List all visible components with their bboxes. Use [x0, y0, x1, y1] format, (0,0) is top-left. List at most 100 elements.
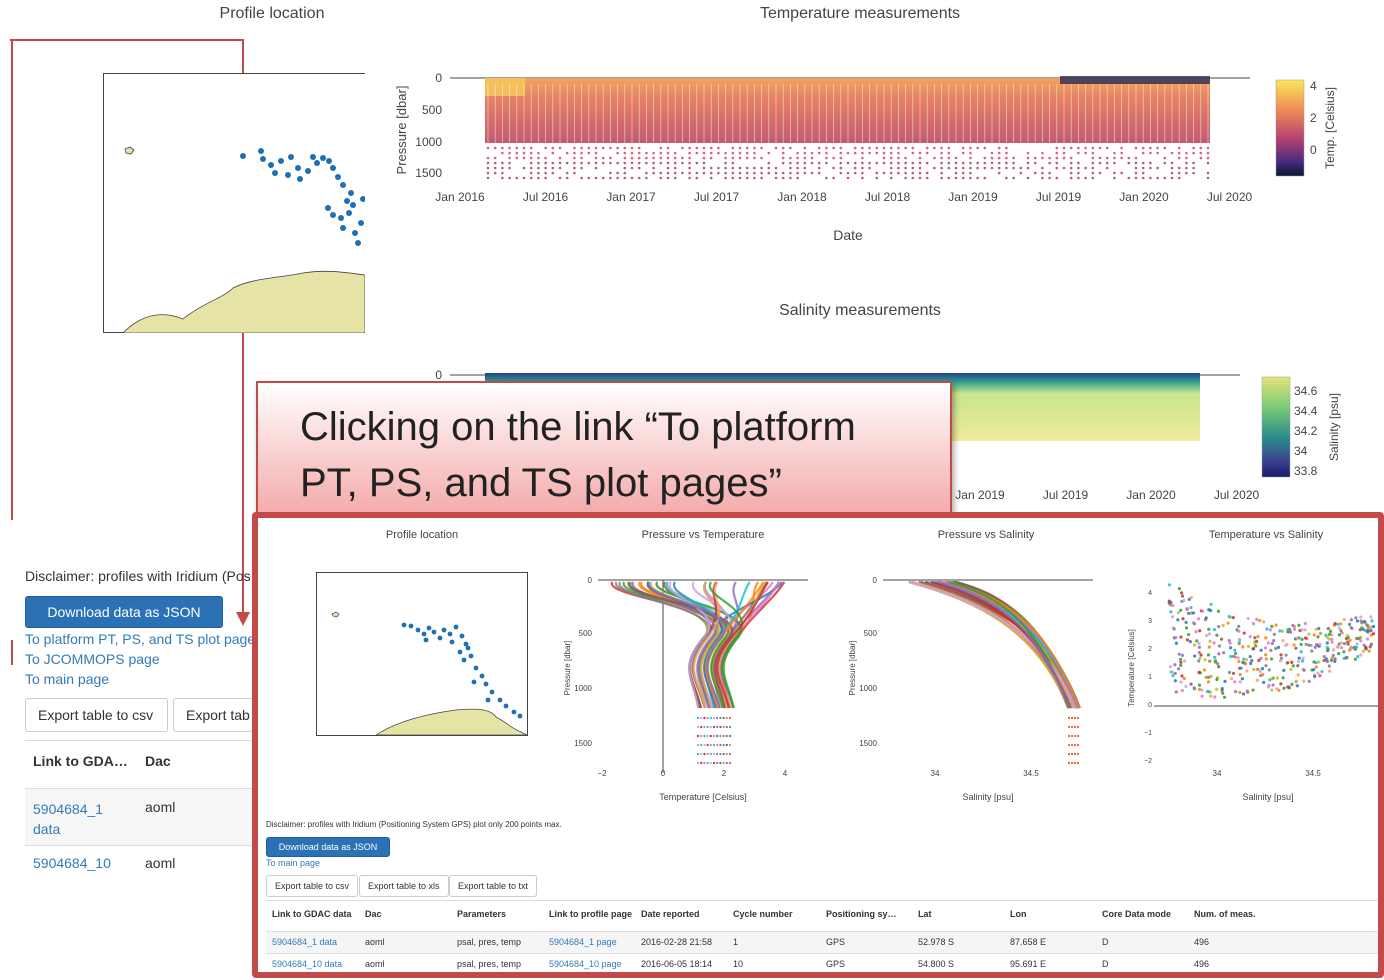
col-link[interactable]: Link to GDA…: [33, 753, 128, 769]
inner-download-json-button[interactable]: Download data as JSON: [266, 837, 390, 857]
y-tick: 1500: [859, 739, 877, 748]
pt-ylabel: Pressure [dbar]: [563, 641, 572, 696]
ts-xtick: 34: [1213, 769, 1222, 778]
ts-ytick: 2: [1148, 646, 1152, 653]
profile-location-map[interactable]: [103, 73, 365, 333]
inner-main-page-link[interactable]: To main page: [266, 858, 320, 868]
ts-ytick: 3: [1148, 618, 1152, 625]
platform-plots-screenshot: Profile location Pressure vs Temperature…: [258, 518, 1380, 974]
ps-ylabel: Pressure [dbar]: [848, 641, 857, 696]
pt-yticks: 0 500 1000 1500: [574, 576, 592, 748]
ts-ytick: 4: [1148, 590, 1152, 597]
ts-ytick: 0: [1148, 702, 1152, 709]
sal-cbar-tick: 34.6: [1294, 384, 1318, 398]
salinity-title: Salinity measurements: [779, 302, 941, 319]
row-data-link[interactable]: 5904684_10 data: [272, 959, 342, 969]
col-dac[interactable]: Dac: [145, 753, 171, 769]
col-header[interactable]: Parameters: [457, 909, 506, 919]
export-csv-button[interactable]: Export table to csv: [25, 698, 168, 732]
inner-profile-map[interactable]: [316, 572, 528, 736]
inner-disclaimer: Disclaimer: profiles with Iridium (Posit…: [266, 820, 562, 829]
callout-box: Clicking on the link “To platform PT, PS…: [256, 381, 952, 518]
col-header[interactable]: Lat: [918, 909, 932, 919]
table-cell: 496: [1194, 959, 1210, 969]
table-cell: D: [1102, 937, 1109, 947]
table-cell: 95.691 E: [1010, 959, 1047, 969]
ts-ylabel: Temperature [Celsius]: [1127, 629, 1136, 707]
col-header[interactable]: Date reported: [641, 909, 700, 919]
download-json-button[interactable]: Download data as JSON: [25, 596, 223, 628]
col-header[interactable]: Num. of meas.: [1194, 909, 1256, 919]
table-cell: GPS: [826, 959, 846, 969]
ts-ytick: −1: [1144, 730, 1152, 737]
y-tick: 1000: [859, 684, 877, 693]
temp-xtick: Jul 2016: [523, 190, 569, 204]
col-header[interactable]: Cycle number: [733, 909, 793, 919]
row-profile-link[interactable]: 5904684_1 page: [549, 937, 617, 947]
export-xls-button[interactable]: Export tab: [173, 698, 253, 732]
temp-xtick: Jan 2018: [777, 190, 827, 204]
ts-xticks: 34 34.5: [1213, 769, 1322, 778]
sal-cbar-ticks: 34.6 34.4 34.2 34 33.8: [1294, 384, 1318, 478]
inner-export-csv-button[interactable]: Export table to csv: [266, 875, 359, 897]
col-header[interactable]: Positioning sy…: [826, 909, 897, 919]
ps-xlabel: Salinity [psu]: [962, 792, 1013, 802]
ts-title: Temperature vs Salinity: [1208, 529, 1324, 541]
row-data-link[interactable]: 5904684_10: [33, 855, 111, 871]
ts-chart[interactable]: 4 3 2 1 0 −1 −2 34 34.5 Temperature [Celsius] S…: [1124, 568, 1380, 808]
col-header[interactable]: Lon: [1010, 909, 1027, 919]
pt-chart[interactable]: 0 500 1000 1500 −2 0 2 4 Pressure [dbar] Tempe…: [558, 568, 818, 808]
col-header[interactable]: Dac: [365, 909, 382, 919]
temp-xtick: Jul 2018: [865, 190, 911, 204]
col-header[interactable]: Link to profile page: [549, 909, 632, 919]
row-data-link[interactable]: 5904684_1 data: [272, 937, 337, 947]
inner-export-xls-button[interactable]: Export table to xls: [359, 875, 449, 897]
row-data-link[interactable]: 5904684_1 data: [33, 799, 113, 839]
table-cell: aoml: [365, 959, 385, 969]
temperature-chart[interactable]: 0 500 1000 1500 Pressure [dbar] Jan 2016…: [390, 70, 1380, 260]
row-profile-link[interactable]: 5904684_10 page: [549, 959, 622, 969]
sal-xtick: Jul 2020: [1214, 488, 1260, 502]
pt-xlabel: Temperature [Celsius]: [659, 792, 747, 802]
temp-xticks: Jan 2016 Jul 2016 Jan 2017 Jul 2017 Jan 2018…: [435, 190, 1252, 204]
ts-yticks: 4 3 2 1 0 −1 −2: [1144, 590, 1152, 765]
ps-xticks: 34 34.5: [931, 769, 1040, 778]
sal-cbar-tick: 34.4: [1294, 404, 1318, 418]
platform-plots-link[interactable]: To platform PT, PS, and TS plot page: [25, 631, 255, 647]
table-cell: GPS: [826, 937, 846, 947]
main-page-link[interactable]: To main page: [25, 671, 109, 687]
temp-xtick: Jul 2017: [694, 190, 740, 204]
table-row: [266, 953, 1380, 974]
inner-export-txt-button[interactable]: Export table to txt: [449, 875, 538, 897]
temp-ytick: 1000: [415, 135, 442, 149]
temp-ytick: 1500: [415, 166, 442, 180]
table-cell: 54.800 S: [918, 959, 955, 969]
ps-profiles: [908, 580, 1081, 765]
table-cell: aoml: [365, 937, 385, 947]
pt-xtick: 0: [661, 769, 666, 778]
ps-chart[interactable]: 0 500 1000 1500 34 34.5 Pressure [dbar] Sali…: [843, 568, 1103, 808]
temp-xtick: Jul 2019: [1036, 190, 1082, 204]
inner-map-title: Profile location: [385, 529, 459, 541]
jcommops-link[interactable]: To JCOMMOPS page: [25, 651, 160, 667]
ps-xtick: 34: [931, 769, 940, 778]
temp-ytick: 500: [422, 103, 442, 117]
ts-ytick: 1: [1148, 674, 1152, 681]
col-header[interactable]: Core Data mode: [1102, 909, 1171, 919]
temp-xtick: Jan 2016: [435, 190, 485, 204]
temp-xtick: Jul 2020: [1207, 190, 1253, 204]
inner-data-table: Link to GDAC data Dac Parameters Link to pr…: [266, 901, 1380, 974]
temp-xtick: Jan 2019: [948, 190, 998, 204]
row-dac: aoml: [145, 855, 176, 871]
table-cell: 52.978 S: [918, 937, 955, 947]
table-cell: 496: [1194, 937, 1210, 947]
table-cell: 2016-02-28 21:58: [641, 937, 713, 947]
col-header[interactable]: Link to GDAC data: [272, 909, 352, 919]
ts-xtick: 34.5: [1305, 769, 1321, 778]
sal-cbar-tick: 33.8: [1294, 464, 1318, 478]
sal-ytick: 0: [435, 368, 442, 382]
y-tick: 1500: [574, 739, 592, 748]
y-tick: 1000: [574, 684, 592, 693]
temp-cbar-tick: 0: [1310, 143, 1317, 157]
ts-profiles: [1167, 583, 1376, 699]
